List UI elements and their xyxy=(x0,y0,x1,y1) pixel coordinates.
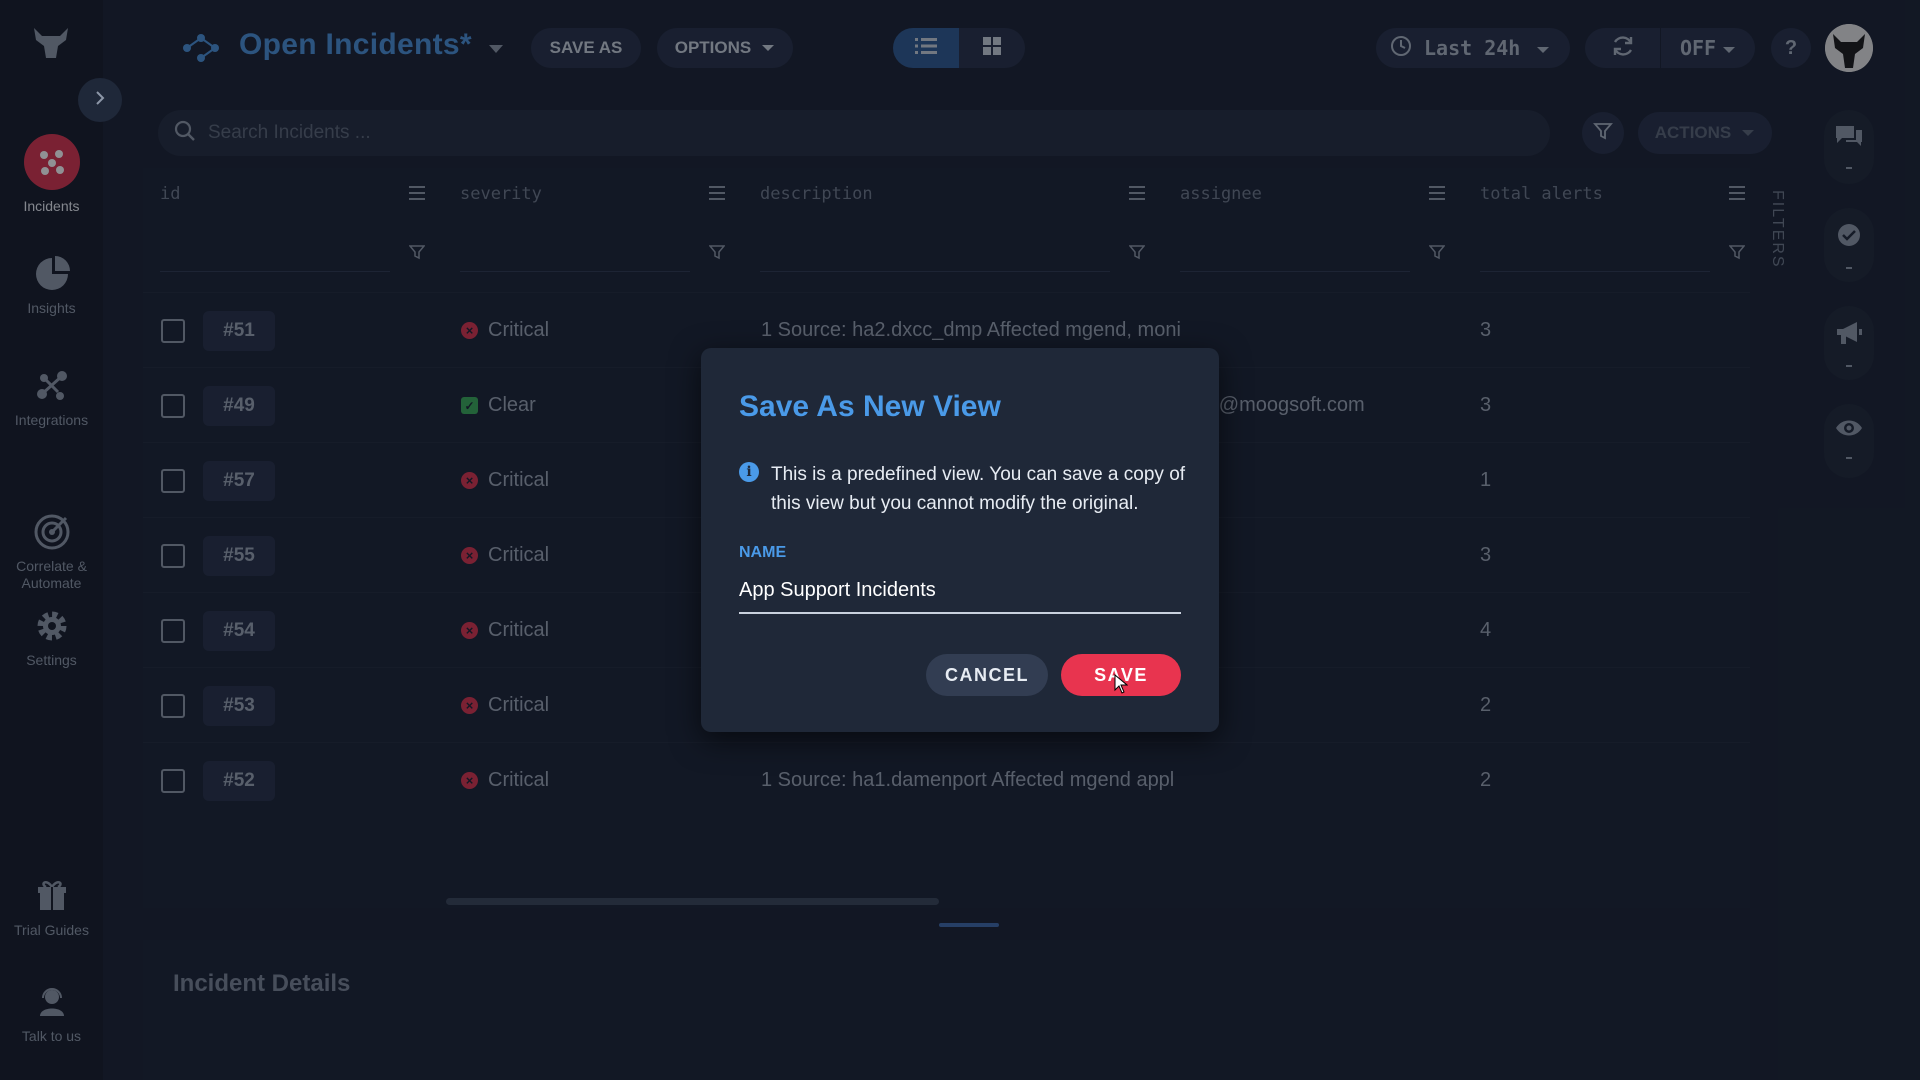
dialog-title: Save As New View xyxy=(739,390,1001,423)
mouse-pointer-icon xyxy=(1114,673,1129,699)
info-message: i This is a predefined view. You can sav… xyxy=(739,460,1191,518)
name-field-label: NAME xyxy=(739,544,787,561)
info-text: This is a predefined view. You can save … xyxy=(771,464,1186,514)
save-as-new-view-dialog: Save As New View i This is a predefined … xyxy=(701,348,1219,732)
cancel-button[interactable]: CANCEL xyxy=(926,654,1048,696)
info-icon: i xyxy=(739,462,759,482)
chevron-right-icon xyxy=(94,90,106,111)
expand-sidebar-button[interactable] xyxy=(78,78,122,122)
view-name-input[interactable] xyxy=(739,568,1181,614)
